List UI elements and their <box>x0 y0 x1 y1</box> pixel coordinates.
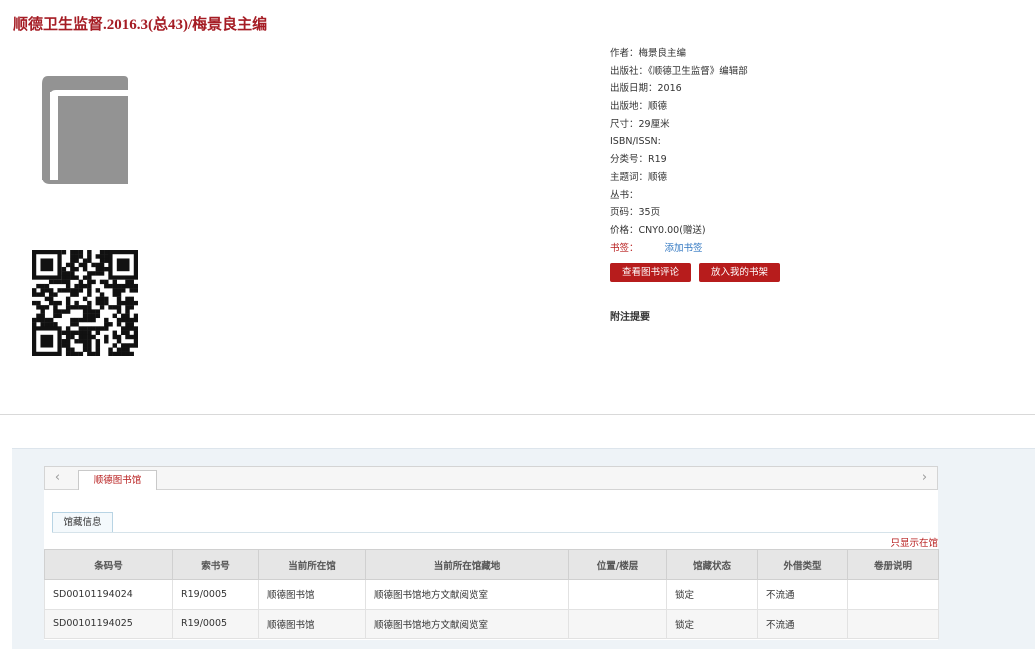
metadata-value: 35页 <box>638 207 661 219</box>
metadata-label: 丛书： <box>610 189 639 201</box>
add-bookmark-link[interactable]: 添加书签 <box>665 243 703 254</box>
metadata-row: 页码：35页 <box>610 204 910 222</box>
table-cell: SD00101194024 <box>44 579 173 610</box>
metadata-value: 29厘米 <box>638 118 670 130</box>
bookmark-label: 书签： <box>610 242 639 254</box>
metadata-row: 作者：梅景良主编 <box>610 45 910 63</box>
metadata-label: 价格： <box>610 224 639 236</box>
qr-code-icon <box>32 250 138 356</box>
table-header-row: 条码号 索书号 当前所在馆 当前所在馆藏地 位置/楼层 馆藏状态 外借类型 卷册说明 <box>44 549 939 580</box>
column-header[interactable]: 位置/楼层 <box>568 549 667 580</box>
table-cell: 锁定 <box>666 608 758 639</box>
table-cell: 顺德图书馆 <box>258 579 366 610</box>
metadata-value: 顺德 <box>648 101 668 113</box>
table-row: SD00101194025 R19/0005 顺德图书馆 顺德图书馆地方文献阅览室 锁定… <box>44 608 939 639</box>
table-cell <box>847 608 939 639</box>
column-header[interactable]: 条码号 <box>44 549 173 580</box>
metadata-value: 《顺德卫生监督》编辑部 <box>648 65 748 77</box>
column-header[interactable]: 索书号 <box>172 549 259 580</box>
table-cell: R19/0005 <box>172 608 259 639</box>
column-header[interactable]: 外借类型 <box>757 549 848 580</box>
metadata-label: ISBN/ISSN: <box>610 136 661 148</box>
metadata-label: 分类号： <box>610 154 649 166</box>
only-in-library-link[interactable]: 只显示在馆 <box>890 535 938 549</box>
table-cell: R19/0005 <box>172 579 259 610</box>
metadata-row: 出版地：顺德 <box>610 98 910 116</box>
column-header[interactable]: 当前所在馆 <box>258 549 366 580</box>
metadata-value: 梅景良主编 <box>638 48 687 59</box>
metadata-value: CNY0.00(赠送) <box>638 224 706 236</box>
tab-next-icon[interactable]: › <box>912 467 937 489</box>
metadata-row: ISBN/ISSN: <box>610 133 910 151</box>
view-reviews-button[interactable]: 查看图书评论 <box>610 263 691 282</box>
notes-heading: 附注提要 <box>610 312 650 323</box>
table-cell: 不流通 <box>757 579 848 610</box>
tab-shunde-library[interactable]: 顺德图书馆 <box>78 470 157 491</box>
table-cell: SD00101194025 <box>44 608 173 639</box>
metadata-label: 作者： <box>610 48 639 59</box>
table-cell: 锁定 <box>666 579 758 610</box>
table-cell <box>847 579 939 610</box>
table-cell <box>568 608 667 639</box>
metadata-value: R19 <box>648 154 667 166</box>
metadata-label: 出版日期： <box>610 83 658 95</box>
tab-prev-icon[interactable]: ‹ <box>45 467 70 489</box>
metadata-row: 分类号：R19 <box>610 151 910 169</box>
page-title: 顺德卫生监督.2016.3(总43)/梅景良主编 <box>13 17 268 33</box>
table-row: SD00101194024 R19/0005 顺德图书馆 顺德图书馆地方文献阅览室 锁定… <box>44 579 939 610</box>
table-cell: 顺德图书馆地方文献阅览室 <box>365 608 569 639</box>
sub-tab-underline <box>52 532 930 533</box>
metadata-label: 出版社： <box>610 65 649 77</box>
metadata-row: 出版社：《顺德卫生监督》编辑部 <box>610 63 910 81</box>
table-cell <box>568 579 667 610</box>
table-cell: 顺德图书馆 <box>258 608 366 639</box>
metadata-row: 丛书： <box>610 187 910 205</box>
metadata-row: 出版日期：2016 <box>610 80 910 98</box>
table-cell: 顺德图书馆地方文献阅览室 <box>365 579 569 610</box>
metadata-label: 主题词： <box>610 171 649 183</box>
metadata-value: 顺德 <box>648 171 668 183</box>
library-tab-bar: ‹ 顺德图书馆 › <box>44 466 938 491</box>
column-header[interactable]: 当前所在馆藏地 <box>365 549 569 580</box>
section-divider <box>0 414 1035 415</box>
holdings-table: 条码号 索书号 当前所在馆 当前所在馆藏地 位置/楼层 馆藏状态 外借类型 卷册说明 SD00… <box>44 549 939 639</box>
bookmark-row: 书签： 添加书签 <box>610 240 910 258</box>
metadata-value: 2016 <box>657 83 682 95</box>
column-header[interactable]: 馆藏状态 <box>666 549 758 580</box>
metadata-label: 尺寸： <box>610 118 639 130</box>
metadata-label: 页码： <box>610 207 639 219</box>
metadata-row: 价格：CNY0.00(赠送) <box>610 222 910 240</box>
add-to-shelf-button[interactable]: 放入我的书架 <box>699 263 780 282</box>
tab-holdings-info[interactable]: 馆藏信息 <box>52 512 113 533</box>
table-cell: 不流通 <box>757 608 848 639</box>
metadata-list: 作者：梅景良主编 出版社：《顺德卫生监督》编辑部 出版日期：2016 出版地：顺德 尺寸… <box>610 45 910 257</box>
metadata-row: 尺寸：29厘米 <box>610 116 910 134</box>
book-cover-icon <box>42 76 128 184</box>
metadata-label: 出版地： <box>610 101 649 113</box>
metadata-row: 主题词：顺德 <box>610 169 910 187</box>
column-header[interactable]: 卷册说明 <box>847 549 939 580</box>
